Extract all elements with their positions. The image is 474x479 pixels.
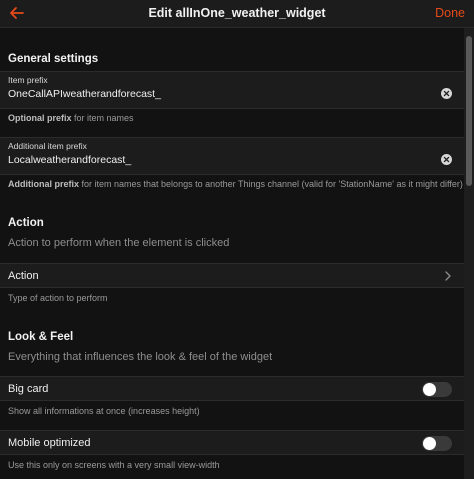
mobile-optimized-toggle[interactable]	[422, 436, 452, 451]
clear-icon[interactable]	[441, 88, 452, 99]
additional-prefix-input[interactable]	[8, 154, 428, 166]
big-card-label: Big card	[8, 383, 49, 395]
toggle-knob	[423, 437, 436, 450]
big-card-toggle[interactable]	[422, 382, 452, 397]
mobile-optimized-row: Mobile optimized	[0, 430, 464, 455]
mobile-optimized-label: Mobile optimized	[8, 437, 91, 449]
settings-content: General settings Item prefix Optional pr…	[0, 28, 464, 479]
action-description: Action to perform when the element is cl…	[8, 237, 230, 249]
additional-prefix-row: Additional item prefix	[0, 137, 464, 175]
item-prefix-footer: Optional prefix for item names	[8, 113, 134, 123]
navbar: Edit allInOne_weather_widget Done	[0, 0, 474, 28]
item-prefix-label: Item prefix	[8, 75, 48, 85]
clear-icon[interactable]	[441, 154, 452, 165]
additional-prefix-footer: Additional prefix for item names that be…	[8, 179, 463, 189]
item-prefix-input[interactable]	[8, 88, 428, 100]
item-prefix-row: Item prefix	[0, 71, 464, 109]
action-footer: Type of action to perform	[8, 293, 108, 303]
toggle-knob	[423, 383, 436, 396]
big-card-row: Big card	[0, 376, 464, 401]
scrollbar[interactable]	[464, 28, 474, 479]
scrollbar-thumb[interactable]	[466, 36, 472, 186]
action-row-label: Action	[8, 270, 39, 282]
chevron-right-icon	[445, 271, 451, 281]
general-settings-title: General settings	[8, 53, 99, 65]
big-card-footer: Show all informations at once (increases…	[8, 406, 200, 416]
additional-prefix-label: Additional item prefix	[8, 141, 87, 151]
page-title: Edit allInOne_weather_widget	[148, 6, 326, 20]
look-feel-title: Look & Feel	[8, 331, 74, 343]
mobile-optimized-footer: Use this only on screens with a very sma…	[8, 460, 220, 470]
action-title: Action	[8, 217, 44, 229]
done-button[interactable]: Done	[435, 6, 465, 20]
action-row[interactable]: Action	[0, 263, 464, 288]
look-feel-description: Everything that influences the look & fe…	[8, 351, 273, 363]
